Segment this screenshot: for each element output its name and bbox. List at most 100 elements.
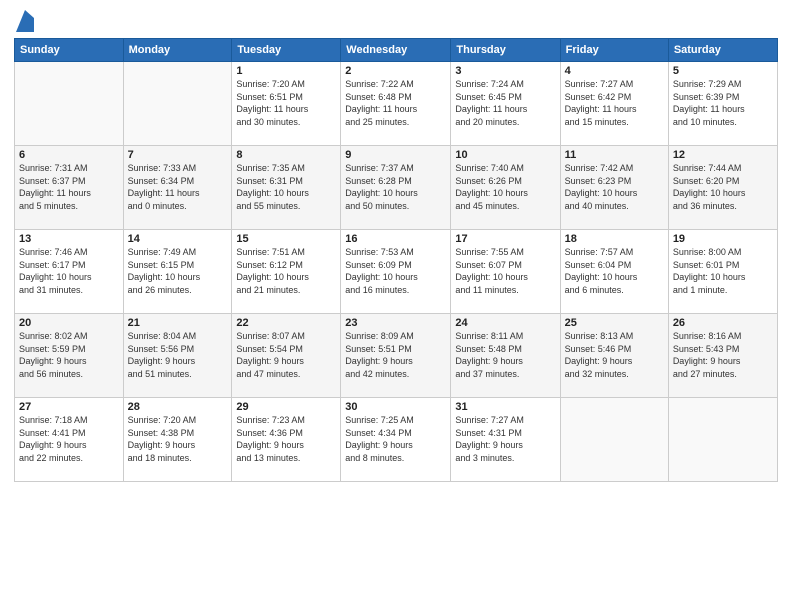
day-info: Sunrise: 7:20 AM Sunset: 4:38 PM Dayligh… — [128, 414, 228, 464]
day-info: Sunrise: 7:22 AM Sunset: 6:48 PM Dayligh… — [345, 78, 446, 128]
day-info: Sunrise: 7:51 AM Sunset: 6:12 PM Dayligh… — [236, 246, 336, 296]
day-number: 28 — [128, 401, 228, 413]
day-info: Sunrise: 7:18 AM Sunset: 4:41 PM Dayligh… — [19, 414, 119, 464]
day-number: 8 — [236, 149, 336, 161]
calendar-cell: 25Sunrise: 8:13 AM Sunset: 5:46 PM Dayli… — [560, 314, 668, 398]
calendar-cell: 16Sunrise: 7:53 AM Sunset: 6:09 PM Dayli… — [341, 230, 451, 314]
day-info: Sunrise: 7:42 AM Sunset: 6:23 PM Dayligh… — [565, 162, 664, 212]
day-info: Sunrise: 7:49 AM Sunset: 6:15 PM Dayligh… — [128, 246, 228, 296]
calendar-cell: 21Sunrise: 8:04 AM Sunset: 5:56 PM Dayli… — [123, 314, 232, 398]
day-info: Sunrise: 8:07 AM Sunset: 5:54 PM Dayligh… — [236, 330, 336, 380]
day-info: Sunrise: 7:31 AM Sunset: 6:37 PM Dayligh… — [19, 162, 119, 212]
calendar-cell: 14Sunrise: 7:49 AM Sunset: 6:15 PM Dayli… — [123, 230, 232, 314]
page: SundayMondayTuesdayWednesdayThursdayFrid… — [0, 0, 792, 612]
calendar-week-row: 1Sunrise: 7:20 AM Sunset: 6:51 PM Daylig… — [15, 62, 778, 146]
calendar-cell: 31Sunrise: 7:27 AM Sunset: 4:31 PM Dayli… — [451, 398, 560, 482]
day-info: Sunrise: 7:23 AM Sunset: 4:36 PM Dayligh… — [236, 414, 336, 464]
calendar-cell: 17Sunrise: 7:55 AM Sunset: 6:07 PM Dayli… — [451, 230, 560, 314]
calendar-cell — [15, 62, 124, 146]
logo-area — [14, 10, 34, 32]
day-info: Sunrise: 7:55 AM Sunset: 6:07 PM Dayligh… — [455, 246, 555, 296]
calendar-cell: 5Sunrise: 7:29 AM Sunset: 6:39 PM Daylig… — [668, 62, 777, 146]
calendar-cell: 24Sunrise: 8:11 AM Sunset: 5:48 PM Dayli… — [451, 314, 560, 398]
calendar-cell: 22Sunrise: 8:07 AM Sunset: 5:54 PM Dayli… — [232, 314, 341, 398]
day-info: Sunrise: 8:02 AM Sunset: 5:59 PM Dayligh… — [19, 330, 119, 380]
day-info: Sunrise: 7:46 AM Sunset: 6:17 PM Dayligh… — [19, 246, 119, 296]
day-info: Sunrise: 8:16 AM Sunset: 5:43 PM Dayligh… — [673, 330, 773, 380]
calendar-cell: 15Sunrise: 7:51 AM Sunset: 6:12 PM Dayli… — [232, 230, 341, 314]
day-info: Sunrise: 7:29 AM Sunset: 6:39 PM Dayligh… — [673, 78, 773, 128]
calendar-cell: 1Sunrise: 7:20 AM Sunset: 6:51 PM Daylig… — [232, 62, 341, 146]
weekday-header: Wednesday — [341, 39, 451, 62]
calendar-cell — [560, 398, 668, 482]
calendar-body: 1Sunrise: 7:20 AM Sunset: 6:51 PM Daylig… — [15, 62, 778, 482]
calendar-cell: 2Sunrise: 7:22 AM Sunset: 6:48 PM Daylig… — [341, 62, 451, 146]
calendar-table: SundayMondayTuesdayWednesdayThursdayFrid… — [14, 38, 778, 482]
calendar-cell: 27Sunrise: 7:18 AM Sunset: 4:41 PM Dayli… — [15, 398, 124, 482]
calendar-cell: 11Sunrise: 7:42 AM Sunset: 6:23 PM Dayli… — [560, 146, 668, 230]
weekday-header: Thursday — [451, 39, 560, 62]
header-row — [14, 10, 778, 32]
calendar-cell: 26Sunrise: 8:16 AM Sunset: 5:43 PM Dayli… — [668, 314, 777, 398]
day-info: Sunrise: 7:27 AM Sunset: 4:31 PM Dayligh… — [455, 414, 555, 464]
day-info: Sunrise: 7:24 AM Sunset: 6:45 PM Dayligh… — [455, 78, 555, 128]
day-number: 5 — [673, 65, 773, 77]
day-number: 25 — [565, 317, 664, 329]
weekday-header: Friday — [560, 39, 668, 62]
calendar-cell: 23Sunrise: 8:09 AM Sunset: 5:51 PM Dayli… — [341, 314, 451, 398]
calendar-cell: 19Sunrise: 8:00 AM Sunset: 6:01 PM Dayli… — [668, 230, 777, 314]
calendar-cell: 8Sunrise: 7:35 AM Sunset: 6:31 PM Daylig… — [232, 146, 341, 230]
day-number: 1 — [236, 65, 336, 77]
day-info: Sunrise: 8:13 AM Sunset: 5:46 PM Dayligh… — [565, 330, 664, 380]
calendar-cell — [668, 398, 777, 482]
calendar-cell: 3Sunrise: 7:24 AM Sunset: 6:45 PM Daylig… — [451, 62, 560, 146]
calendar-cell: 10Sunrise: 7:40 AM Sunset: 6:26 PM Dayli… — [451, 146, 560, 230]
day-number: 30 — [345, 401, 446, 413]
day-number: 15 — [236, 233, 336, 245]
day-info: Sunrise: 8:00 AM Sunset: 6:01 PM Dayligh… — [673, 246, 773, 296]
calendar-week-row: 27Sunrise: 7:18 AM Sunset: 4:41 PM Dayli… — [15, 398, 778, 482]
day-number: 6 — [19, 149, 119, 161]
day-number: 20 — [19, 317, 119, 329]
day-number: 24 — [455, 317, 555, 329]
calendar-week-row: 6Sunrise: 7:31 AM Sunset: 6:37 PM Daylig… — [15, 146, 778, 230]
day-number: 12 — [673, 149, 773, 161]
calendar-cell: 18Sunrise: 7:57 AM Sunset: 6:04 PM Dayli… — [560, 230, 668, 314]
weekday-header: Saturday — [668, 39, 777, 62]
day-info: Sunrise: 7:27 AM Sunset: 6:42 PM Dayligh… — [565, 78, 664, 128]
day-number: 19 — [673, 233, 773, 245]
day-info: Sunrise: 7:20 AM Sunset: 6:51 PM Dayligh… — [236, 78, 336, 128]
calendar-cell: 30Sunrise: 7:25 AM Sunset: 4:34 PM Dayli… — [341, 398, 451, 482]
day-number: 26 — [673, 317, 773, 329]
weekday-header: Sunday — [15, 39, 124, 62]
day-info: Sunrise: 7:35 AM Sunset: 6:31 PM Dayligh… — [236, 162, 336, 212]
logo-icon — [16, 10, 34, 32]
calendar-header: SundayMondayTuesdayWednesdayThursdayFrid… — [15, 39, 778, 62]
day-number: 4 — [565, 65, 664, 77]
day-info: Sunrise: 7:53 AM Sunset: 6:09 PM Dayligh… — [345, 246, 446, 296]
calendar-week-row: 13Sunrise: 7:46 AM Sunset: 6:17 PM Dayli… — [15, 230, 778, 314]
calendar-cell: 20Sunrise: 8:02 AM Sunset: 5:59 PM Dayli… — [15, 314, 124, 398]
day-number: 2 — [345, 65, 446, 77]
weekday-row: SundayMondayTuesdayWednesdayThursdayFrid… — [15, 39, 778, 62]
calendar-cell: 28Sunrise: 7:20 AM Sunset: 4:38 PM Dayli… — [123, 398, 232, 482]
day-info: Sunrise: 8:04 AM Sunset: 5:56 PM Dayligh… — [128, 330, 228, 380]
day-info: Sunrise: 7:37 AM Sunset: 6:28 PM Dayligh… — [345, 162, 446, 212]
day-number: 13 — [19, 233, 119, 245]
calendar-cell: 13Sunrise: 7:46 AM Sunset: 6:17 PM Dayli… — [15, 230, 124, 314]
day-number: 14 — [128, 233, 228, 245]
day-number: 11 — [565, 149, 664, 161]
day-number: 18 — [565, 233, 664, 245]
day-number: 7 — [128, 149, 228, 161]
weekday-header: Tuesday — [232, 39, 341, 62]
calendar-week-row: 20Sunrise: 8:02 AM Sunset: 5:59 PM Dayli… — [15, 314, 778, 398]
day-number: 22 — [236, 317, 336, 329]
day-info: Sunrise: 7:44 AM Sunset: 6:20 PM Dayligh… — [673, 162, 773, 212]
calendar-cell: 29Sunrise: 7:23 AM Sunset: 4:36 PM Dayli… — [232, 398, 341, 482]
day-number: 31 — [455, 401, 555, 413]
calendar-cell: 12Sunrise: 7:44 AM Sunset: 6:20 PM Dayli… — [668, 146, 777, 230]
calendar-cell: 9Sunrise: 7:37 AM Sunset: 6:28 PM Daylig… — [341, 146, 451, 230]
day-number: 29 — [236, 401, 336, 413]
day-number: 23 — [345, 317, 446, 329]
day-number: 9 — [345, 149, 446, 161]
